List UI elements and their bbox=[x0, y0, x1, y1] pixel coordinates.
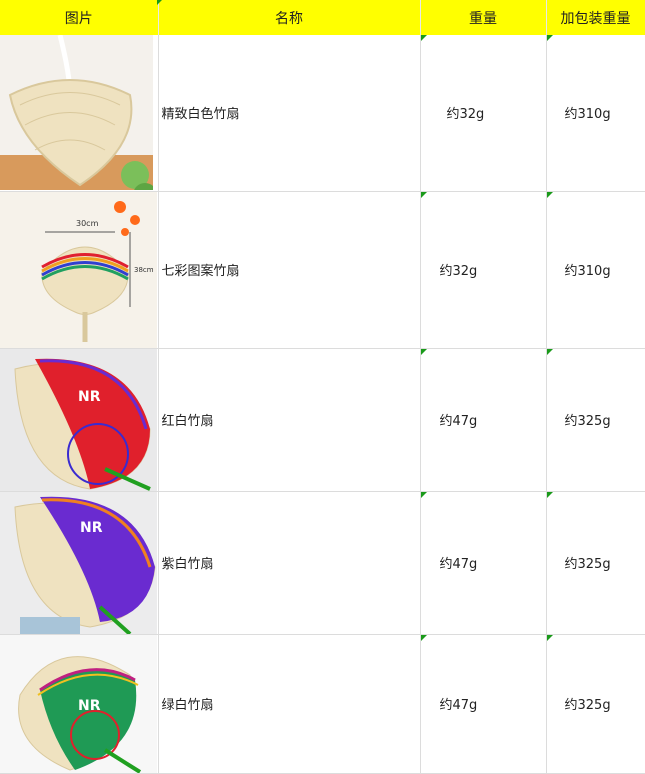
rainbow-bamboo-fan-icon: 30cm 38cm bbox=[0, 191, 157, 348]
header-weight[interactable]: 重量 bbox=[420, 0, 547, 35]
weight-cell[interactable]: 约47g bbox=[420, 491, 547, 635]
weight-cell[interactable]: 约47g bbox=[420, 348, 547, 492]
table-row: NR 绿白竹扇 约47g 约325g bbox=[0, 634, 645, 774]
packed-weight-value: 约325g bbox=[564, 414, 611, 429]
packed-weight-value: 约310g bbox=[564, 264, 611, 279]
comment-marker-icon bbox=[546, 35, 553, 41]
comment-marker-icon bbox=[546, 491, 553, 498]
white-bamboo-fan-icon bbox=[0, 35, 153, 191]
name-cell[interactable]: 紫白竹扇 bbox=[158, 491, 421, 635]
red-white-bamboo-fan-icon: NR bbox=[0, 348, 157, 491]
image-cell[interactable]: NR bbox=[0, 491, 159, 635]
comment-marker-icon bbox=[157, 0, 162, 5]
comment-marker-icon bbox=[546, 634, 553, 641]
weight-cell[interactable]: 约32g bbox=[420, 191, 547, 349]
weight-cell[interactable]: 约32g bbox=[420, 35, 547, 192]
weight-value: 约32g bbox=[446, 107, 485, 123]
comment-marker-icon bbox=[420, 191, 427, 198]
comment-marker-icon bbox=[546, 348, 553, 355]
packed-weight-value: 约310g bbox=[564, 107, 611, 123]
header-row: 图片 名称 重量 加包装重量 bbox=[0, 0, 645, 35]
fan-logo-text: NR bbox=[80, 520, 103, 536]
table-row: NR 紫白竹扇 约47g 约325g bbox=[0, 491, 645, 635]
name-cell[interactable]: 七彩图案竹扇 bbox=[158, 191, 421, 349]
image-cell[interactable]: NR bbox=[0, 634, 159, 774]
green-white-bamboo-fan-icon: NR bbox=[0, 634, 157, 773]
name-cell[interactable]: 绿白竹扇 bbox=[158, 634, 421, 774]
table-row: NR 红白竹扇 约47g 约325g bbox=[0, 348, 645, 492]
packed-weight-cell[interactable]: 约325g bbox=[546, 634, 645, 774]
image-cell[interactable] bbox=[0, 35, 159, 192]
weight-value: 约47g bbox=[439, 698, 478, 713]
weight-cell[interactable]: 约47g bbox=[420, 634, 547, 774]
packed-weight-cell[interactable]: 约325g bbox=[546, 491, 645, 635]
header-image[interactable]: 图片 bbox=[0, 0, 159, 35]
comment-marker-icon bbox=[420, 634, 427, 641]
header-packed-weight[interactable]: 加包装重量 bbox=[546, 0, 645, 35]
packed-weight-value: 约325g bbox=[564, 698, 611, 713]
product-table: 图片 名称 重量 加包装重量 精致白色竹扇 约32g 约310g 30cm 38… bbox=[0, 0, 645, 774]
table-row: 30cm 38cm 七彩图案竹扇 约32g 约310g bbox=[0, 191, 645, 349]
fan-logo-text: NR bbox=[78, 389, 101, 405]
comment-marker-icon bbox=[420, 491, 427, 498]
comment-marker-icon bbox=[420, 35, 427, 41]
comment-marker-icon bbox=[546, 191, 553, 198]
packed-weight-cell[interactable]: 约310g bbox=[546, 35, 645, 192]
header-name[interactable]: 名称 bbox=[158, 0, 421, 35]
weight-value: 约32g bbox=[439, 264, 478, 279]
spreadsheet: 图片 名称 重量 加包装重量 精致白色竹扇 约32g 约310g 30cm 38… bbox=[0, 0, 645, 774]
image-cell[interactable]: 30cm 38cm bbox=[0, 191, 159, 349]
packed-weight-value: 约325g bbox=[564, 557, 611, 572]
name-cell[interactable]: 精致白色竹扇 bbox=[158, 35, 421, 192]
weight-value: 约47g bbox=[439, 557, 478, 572]
width-label: 30cm bbox=[76, 219, 99, 228]
image-cell[interactable]: NR bbox=[0, 348, 159, 492]
packed-weight-cell[interactable]: 约310g bbox=[546, 191, 645, 349]
name-cell[interactable]: 红白竹扇 bbox=[158, 348, 421, 492]
comment-marker-icon bbox=[420, 348, 427, 355]
purple-white-bamboo-fan-icon: NR bbox=[0, 491, 157, 634]
weight-value: 约47g bbox=[439, 414, 478, 429]
height-label: 38cm bbox=[134, 266, 154, 274]
packed-weight-cell[interactable]: 约325g bbox=[546, 348, 645, 492]
table-row: 精致白色竹扇 约32g 约310g bbox=[0, 35, 645, 192]
